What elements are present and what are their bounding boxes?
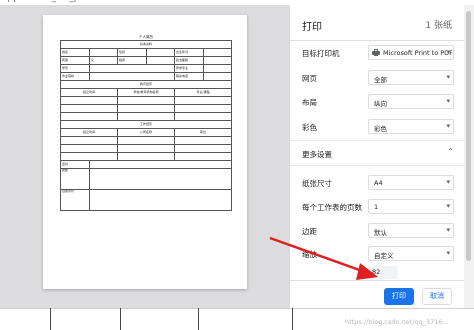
sheet-count: 1 张纸 <box>425 21 452 31</box>
table-row: 起止时间 公司名称 职位 <box>60 128 232 137</box>
preview-page: 个人简历 基本资料 姓名 性别 出生年月 民族汉 籍贯 政治面貌 学历 所学专业 <box>43 15 247 289</box>
table-row: 学历 所学专业 <box>60 64 232 73</box>
panel-title: 打印 <box>302 22 322 33</box>
scale-label: 缩放 <box>302 250 317 259</box>
chevron-down-icon: ▾ <box>446 48 450 56</box>
margins-select[interactable]: 默认 ▾ <box>368 223 454 238</box>
pages-select[interactable]: 全部 ▾ <box>368 70 454 85</box>
table-row <box>60 104 232 113</box>
layout-select[interactable]: 纵向 ▾ <box>368 94 454 109</box>
section-basic: 基本资料 <box>60 40 232 49</box>
pages-label: 网页 <box>302 74 317 83</box>
table-row <box>60 112 232 121</box>
table-row: 民族汉 籍贯 政治面貌 <box>60 56 232 65</box>
print-button[interactable]: 打印 <box>384 288 414 305</box>
table-row: 起止时间 学校/教育机构名称 专业/课程 <box>60 88 232 97</box>
resume-table: 个人简历 基本资料 姓名 性别 出生年月 民族汉 籍贯 政治面貌 学历 所学专业 <box>60 35 232 211</box>
section-education: 教育经历 <box>60 80 232 89</box>
divider <box>290 165 464 166</box>
destination-label: 目标打印机 <box>302 49 340 58</box>
destination-select[interactable]: Microsoft Print to PDF ▾ <box>368 45 454 60</box>
layout-label: 布局 <box>302 98 317 107</box>
chevron-down-icon: ▾ <box>446 73 450 81</box>
table-row <box>60 136 232 145</box>
pages-per-sheet-select[interactable]: 1 ▾ <box>368 199 454 214</box>
table-row: 爱好 <box>60 160 232 169</box>
section-work: 工作经历 <box>60 120 232 129</box>
table-row <box>60 152 232 161</box>
print-settings-panel: 打印 1 张纸 目标打印机 Microsoft Print to PDF ▾ 网… <box>290 5 464 308</box>
panel-footer: 打印 取消 <box>290 280 464 309</box>
chevron-down-icon: ▾ <box>446 97 450 105</box>
watermark: https://blog.csdn.net/qq_3716... <box>345 318 449 326</box>
panel-scrollbar[interactable] <box>464 5 474 308</box>
paper-size-label: 纸张尺寸 <box>302 179 332 188</box>
chevron-up-icon[interactable]: ⌃ <box>447 147 454 156</box>
chevron-down-icon: ▾ <box>446 202 450 210</box>
chevron-down-icon: ▾ <box>446 122 450 130</box>
table-row: 技能 <box>60 168 232 190</box>
table-row <box>60 144 232 153</box>
scrollbar-thumb[interactable] <box>466 11 471 261</box>
scale-number-input[interactable]: 82 <box>368 266 398 279</box>
color-select[interactable]: 彩色 ▾ <box>368 119 454 134</box>
printer-icon <box>372 49 380 56</box>
print-preview-area[interactable]: 个人简历 基本资料 姓名 性别 出生年月 民族汉 籍贯 政治面貌 学历 所学专业 <box>0 5 290 308</box>
paper-size-select[interactable]: A4 ▾ <box>368 175 454 190</box>
scale-select[interactable]: 自定义 ▾ <box>368 246 454 261</box>
cancel-button[interactable]: 取消 <box>422 288 452 305</box>
chevron-down-icon: ▾ <box>446 249 450 257</box>
margins-label: 边距 <box>302 227 317 236</box>
chevron-down-icon: ▾ <box>446 226 450 234</box>
more-settings-toggle[interactable]: 更多设置 <box>302 149 332 160</box>
chevron-down-icon: ▾ <box>446 178 450 186</box>
top-strip-text: application_nw_promt <box>2 0 101 3</box>
table-row: 毕业院校 联系电话 <box>60 72 232 81</box>
table-row: 自我评价 <box>60 189 232 211</box>
pages-per-sheet-label: 每个工作表的页数 <box>302 203 362 212</box>
table-row: 姓名 性别 出生年月 <box>60 48 232 57</box>
header-divider <box>290 40 464 41</box>
divider <box>290 140 464 141</box>
table-row <box>60 96 232 105</box>
color-label: 彩色 <box>302 123 317 132</box>
